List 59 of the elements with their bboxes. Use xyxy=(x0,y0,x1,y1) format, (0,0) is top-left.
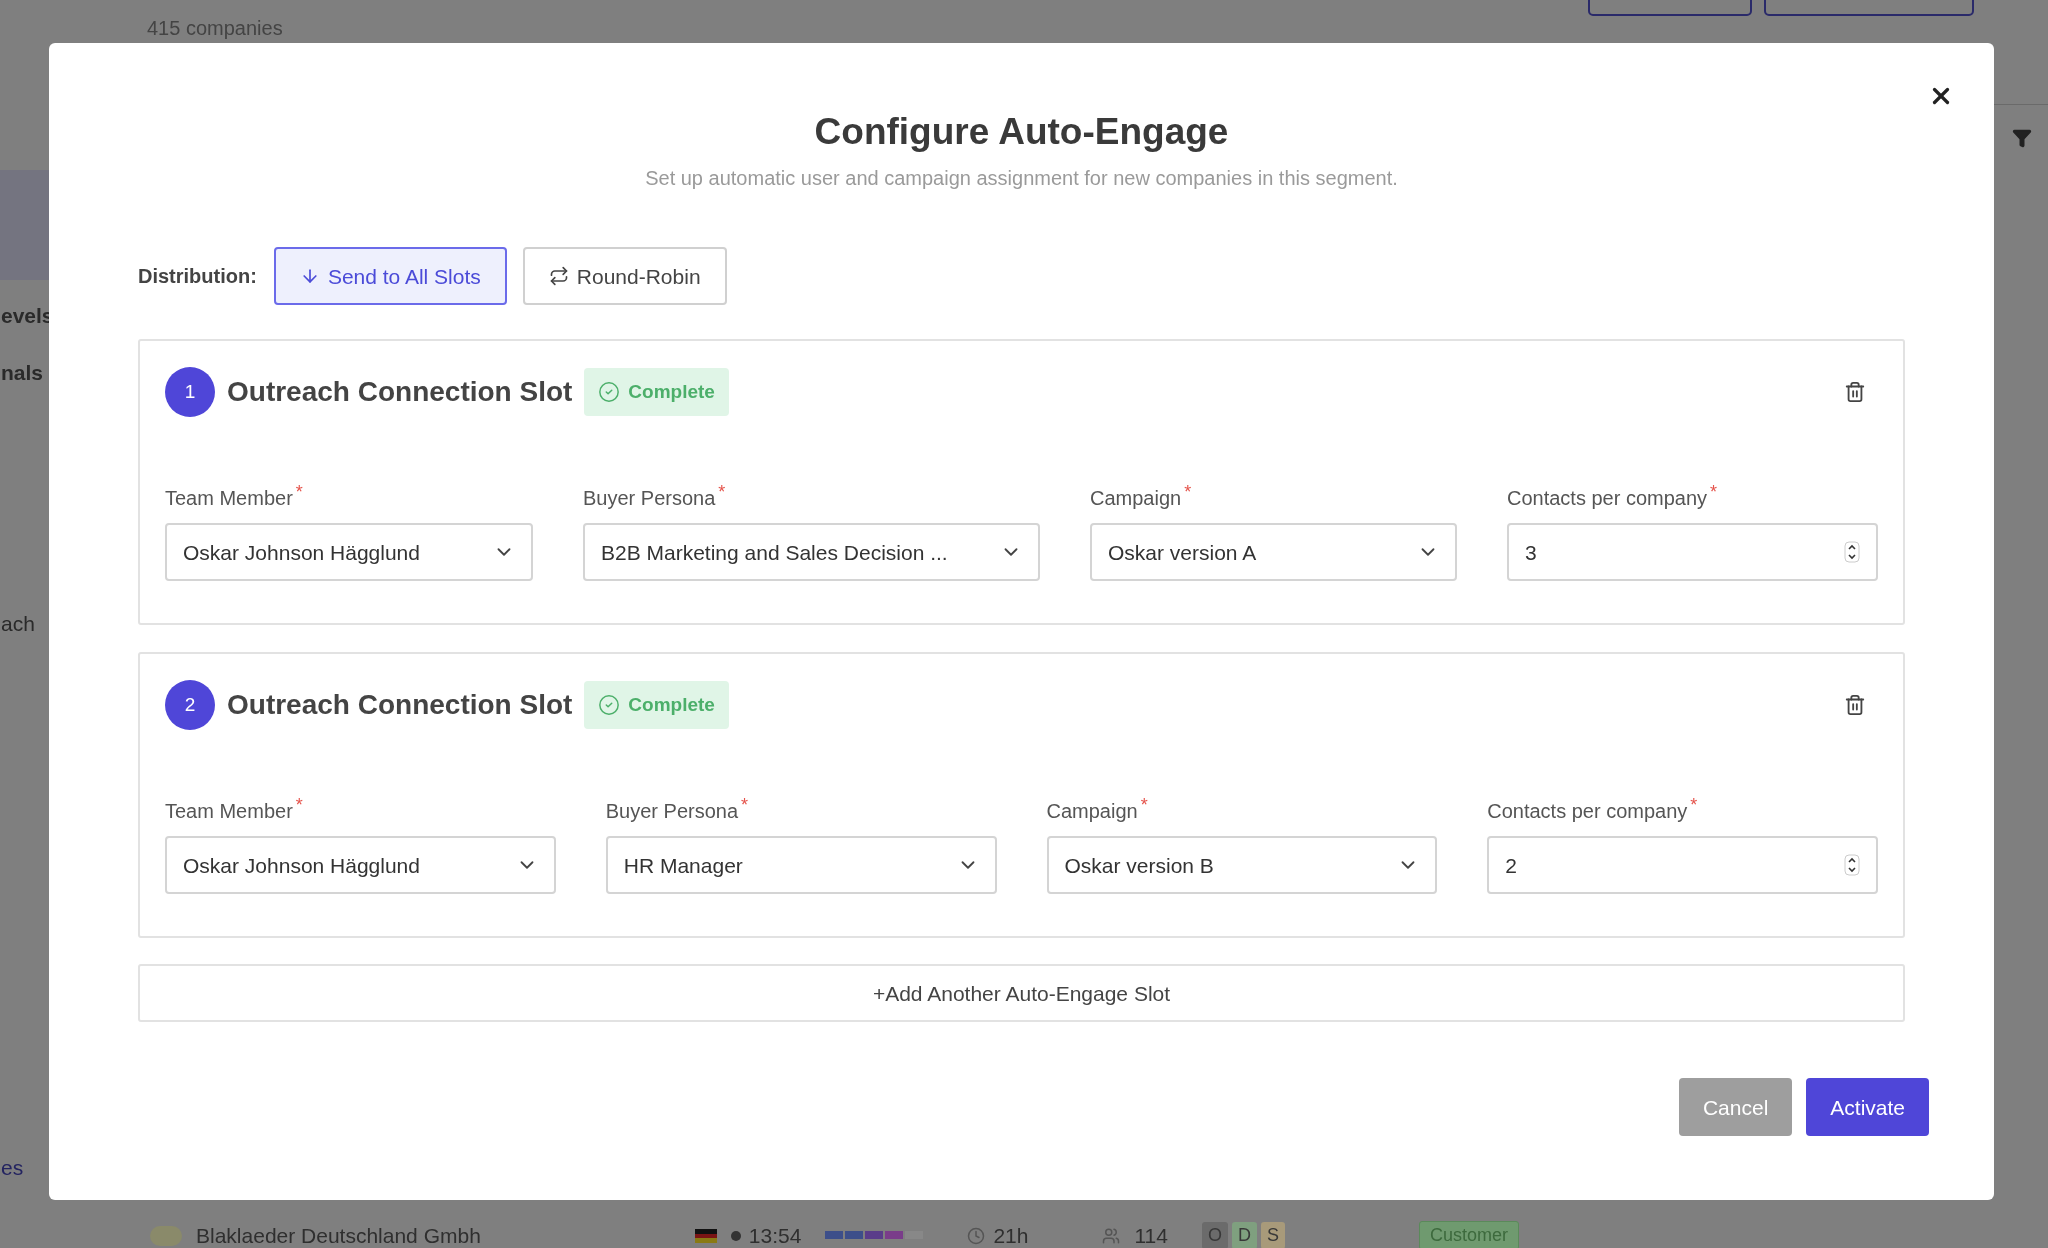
stepper-icon[interactable] xyxy=(1844,854,1860,877)
required-mark: * xyxy=(295,483,303,502)
required-mark: * xyxy=(295,796,303,815)
distribution-option[interactable]: Send to All Slots xyxy=(273,247,507,306)
sidebar-item[interactable]: ach xyxy=(1,608,35,640)
field-label: Campaign xyxy=(1090,486,1182,512)
check-circle-icon xyxy=(598,381,621,404)
company-count: 415 companies xyxy=(147,16,283,40)
check-circle-icon xyxy=(598,694,621,717)
field-label: Buyer Persona xyxy=(605,799,739,825)
required-mark: * xyxy=(1710,483,1718,502)
duration: 21h xyxy=(993,1223,1029,1248)
distribution-option[interactable]: Round-Robin xyxy=(522,247,727,306)
slot-title: Outreach Connection Slot xyxy=(227,688,573,723)
field-label: Contacts per company xyxy=(1487,799,1688,825)
required-mark: * xyxy=(1140,796,1148,815)
required-mark: * xyxy=(1184,483,1192,502)
add-slot-button[interactable]: +Add Another Auto-Engage Slot xyxy=(138,964,1905,1023)
sidebar-item[interactable]: nals xyxy=(1,357,44,389)
distribution-label: Distribution: xyxy=(138,264,257,290)
people-icon xyxy=(1102,1226,1121,1245)
required-mark: * xyxy=(718,483,726,502)
clock-icon xyxy=(967,1226,986,1245)
field-label: Contacts per company xyxy=(1507,486,1708,512)
number-field[interactable]: 2 xyxy=(1487,836,1878,895)
delete-button[interactable] xyxy=(1844,694,1866,717)
number-field[interactable]: 3 xyxy=(1507,523,1878,582)
field-label: Team Member xyxy=(165,486,293,512)
slot-number: 2 xyxy=(165,680,215,731)
dialog-title: Configure Auto-Engage xyxy=(813,110,1230,154)
delete-button[interactable] xyxy=(1844,381,1866,404)
tag: D xyxy=(1231,1222,1257,1248)
slot-title: Outreach Connection Slot xyxy=(227,375,573,410)
local-time: 13:54 xyxy=(748,1223,802,1248)
required-mark: * xyxy=(741,796,749,815)
dialog-subtitle: Set up automatic user and campaign assignment for new companies in this segment. xyxy=(644,166,1399,192)
people-count: 114 xyxy=(1134,1223,1168,1248)
field-label: Team Member xyxy=(165,799,293,825)
required-mark: * xyxy=(1690,796,1698,815)
select-field[interactable]: Oskar Johnson Hägglund xyxy=(165,523,533,582)
status-badge: Complete xyxy=(584,368,729,417)
filter-icon[interactable] xyxy=(2012,128,2032,148)
select-field[interactable]: Oskar version B xyxy=(1046,836,1438,895)
select-field[interactable]: B2B Marketing and Sales Decision ... xyxy=(583,523,1040,582)
field-label: Buyer Persona xyxy=(583,486,716,512)
slot-number: 1 xyxy=(165,367,215,418)
sidebar-item[interactable]: es xyxy=(1,1152,24,1184)
trash-icon xyxy=(1844,381,1866,404)
tag: S xyxy=(1260,1222,1285,1248)
trash-icon xyxy=(1844,694,1866,717)
field-label: Campaign xyxy=(1046,799,1138,825)
select-field[interactable]: Oskar Johnson Hägglund xyxy=(165,836,556,895)
repeat-icon xyxy=(548,266,569,287)
select-field[interactable]: HR Manager xyxy=(605,836,997,895)
activate-button[interactable]: Activate xyxy=(1806,1078,1929,1137)
stepper-icon[interactable] xyxy=(1844,541,1860,564)
flag-icon xyxy=(694,1228,717,1243)
status-badge: Complete xyxy=(584,681,729,730)
select-field[interactable]: Oskar version A xyxy=(1090,523,1457,582)
